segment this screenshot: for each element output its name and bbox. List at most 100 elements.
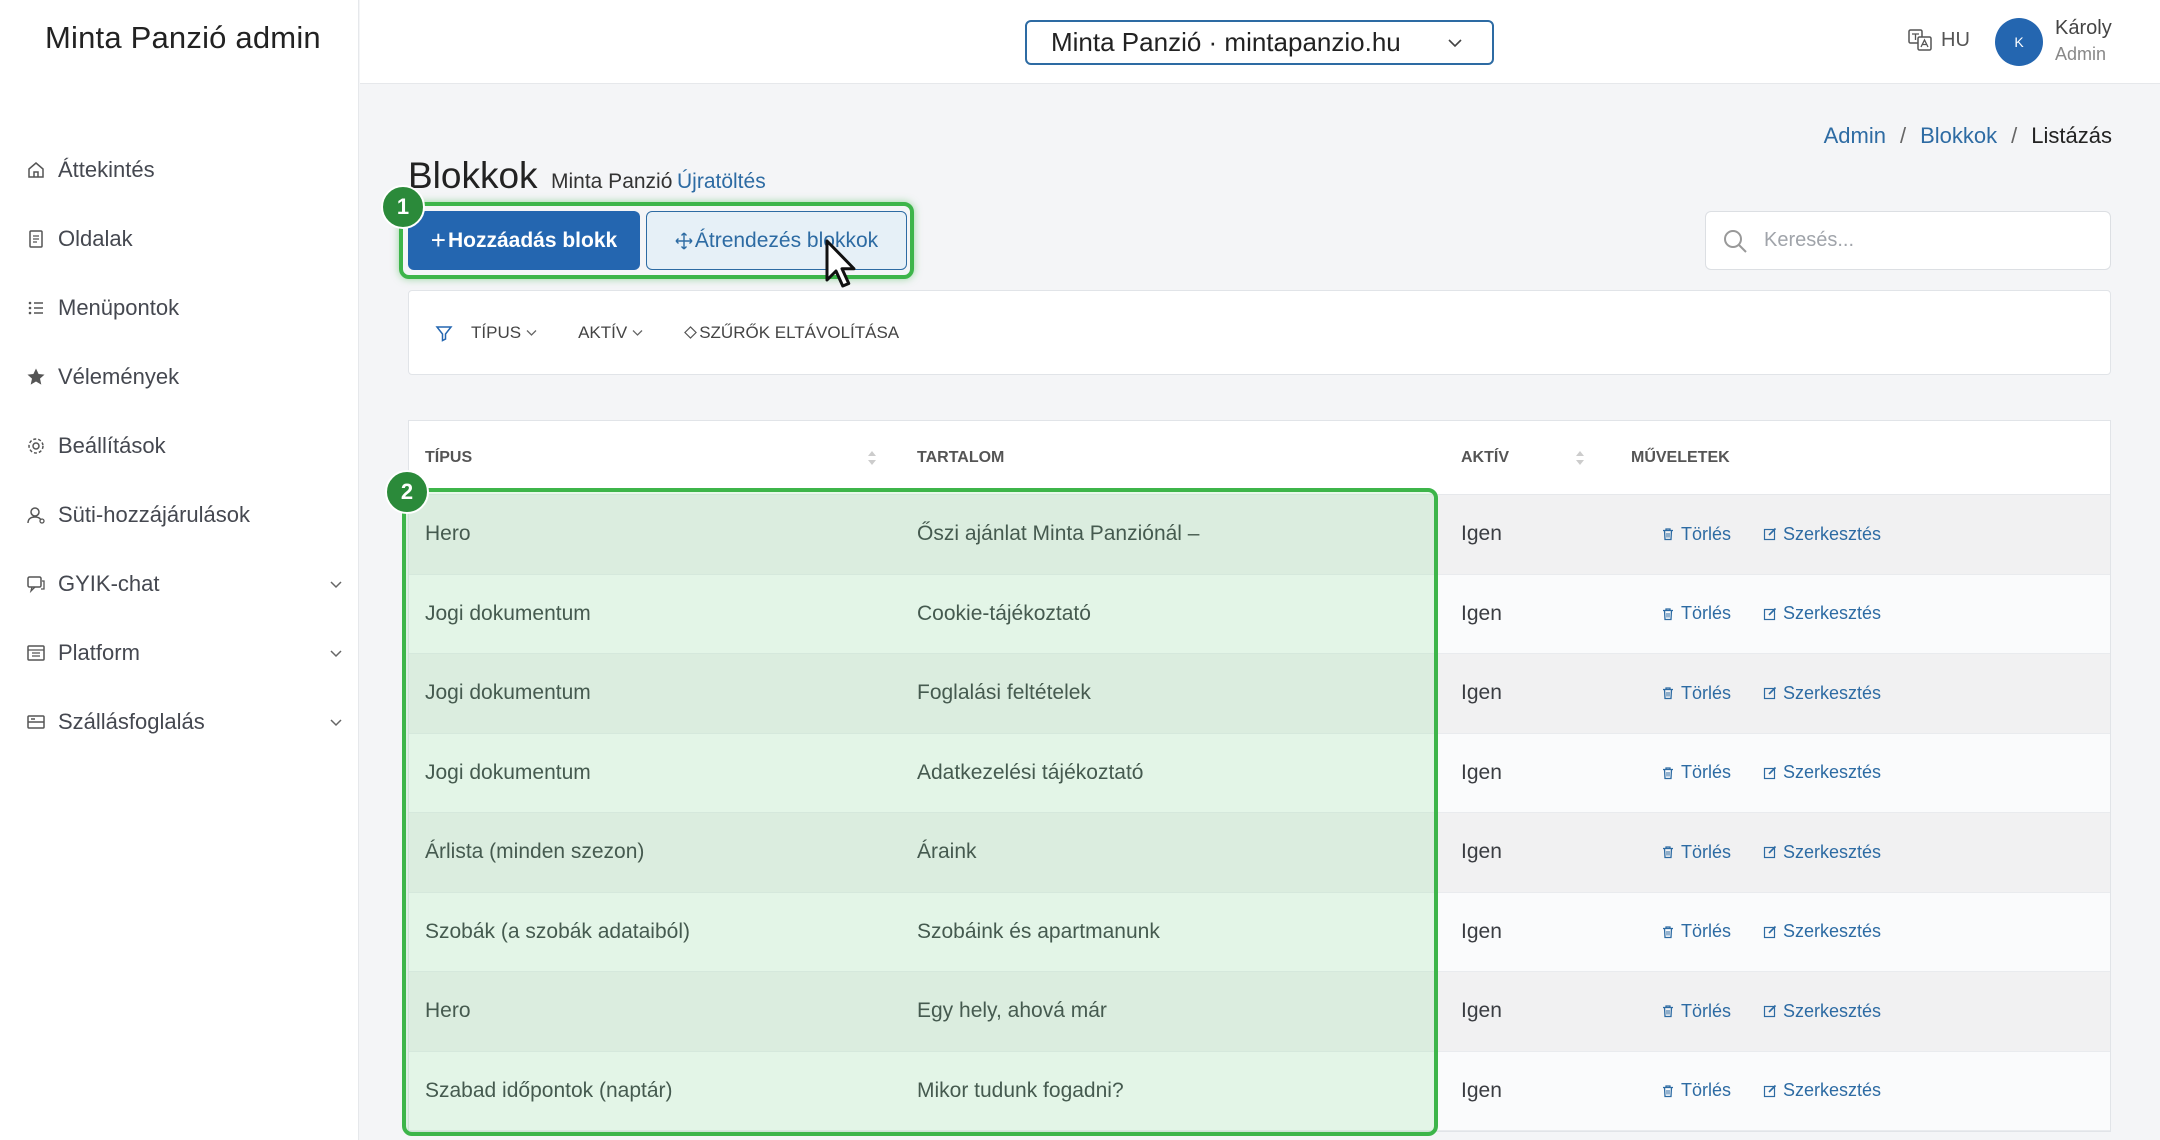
sidebar-item-gyik-chat[interactable]: GYIK-chat xyxy=(0,549,358,618)
delete-label: Törlés xyxy=(1681,682,1732,703)
sidebar-item-attekintes[interactable]: Áttekintés xyxy=(0,135,358,204)
add-block-button[interactable]: + Hozzáadás blokk xyxy=(408,211,640,270)
delete-button[interactable]: Törlés xyxy=(1661,603,1731,624)
cell-actions: Törlés Szerkesztés xyxy=(1623,921,2110,942)
sidebar-item-platform[interactable]: Platform xyxy=(0,618,358,687)
chevron-down-icon xyxy=(632,330,643,336)
delete-button[interactable]: Törlés xyxy=(1661,842,1731,863)
trash-icon xyxy=(1663,926,1673,938)
delete-label: Törlés xyxy=(1681,1080,1732,1101)
search-input[interactable] xyxy=(1764,229,2084,252)
plus-icon: + xyxy=(430,225,446,255)
sidebar-item-label: Szállásfoglalás xyxy=(58,708,205,734)
sidebar-item-beallitasok[interactable]: Beállítások xyxy=(0,411,358,480)
reorder-blocks-button[interactable]: Átrendezés blokkok xyxy=(646,211,907,270)
cell-content: Foglalási feltételek xyxy=(917,681,1091,705)
filter-type[interactable]: TÍPUS xyxy=(471,323,538,343)
sidebar-item-suti[interactable]: Süti-hozzájárulások xyxy=(0,480,358,549)
cell-actions: Törlés Szerkesztés xyxy=(1623,683,2110,704)
cell-active: Igen xyxy=(1461,681,1502,705)
column-header-type-label: TÍPUS xyxy=(425,448,473,466)
trash-icon xyxy=(1663,846,1673,859)
filter-active[interactable]: AKTÍV xyxy=(578,323,644,343)
search-box[interactable] xyxy=(1705,211,2111,270)
edit-label: Szerkesztés xyxy=(1783,762,1882,783)
filter-type-label: TÍPUS xyxy=(471,322,522,342)
edit-button[interactable]: Szerkesztés xyxy=(1763,1001,1881,1022)
column-header-type[interactable]: TÍPUS xyxy=(409,421,905,494)
delete-button[interactable]: Törlés xyxy=(1661,683,1731,704)
translate-icon xyxy=(1908,29,1932,51)
edit-button[interactable]: Szerkesztés xyxy=(1763,921,1881,942)
sidebar-item-label: Süti-hozzájárulások xyxy=(58,501,250,527)
avatar[interactable]: K xyxy=(1995,18,2043,66)
trash-icon xyxy=(1663,1085,1673,1097)
table-row: Jogi dokumentum Foglalási feltételek Igen T… xyxy=(409,654,2110,734)
edit-button[interactable]: Szerkesztés xyxy=(1763,603,1881,624)
sidebar-item-velemenyek[interactable]: Vélemények xyxy=(0,342,358,411)
table-row: Szabad időpontok (naptár) Mikor tudunk fo… xyxy=(409,1051,2110,1131)
cell-content: Őszi ajánlat Minta Panziónál – xyxy=(917,522,1200,546)
edit-label: Szerkesztés xyxy=(1783,682,1882,703)
breadcrumb-separator: / xyxy=(2011,123,2018,148)
user-icon xyxy=(27,506,45,524)
edit-button[interactable]: Szerkesztés xyxy=(1763,762,1881,783)
add-block-label: Hozzáadás blokk xyxy=(447,228,618,252)
sidebar-item-oldalak[interactable]: Oldalak xyxy=(0,204,358,273)
sidebar-item-label: Menüpontok xyxy=(58,294,180,320)
delete-button[interactable]: Törlés xyxy=(1661,762,1731,783)
clear-filters-button[interactable]: SZŰRŐK ELTÁVOLÍTÁSA xyxy=(684,323,899,343)
edit-button[interactable]: Szerkesztés xyxy=(1763,842,1881,863)
breadcrumb-blokkok[interactable]: Blokkok xyxy=(1920,123,1997,149)
table-row: Árlista (minden szezon) Áraink Igen Törlés S… xyxy=(409,813,2110,893)
reload-link[interactable]: Újratöltés xyxy=(677,170,766,194)
site-select[interactable]: Minta Panzió · mintapanzio.hu xyxy=(1025,20,1494,65)
edit-label: Szerkesztés xyxy=(1783,603,1882,624)
sidebar-item-label: Beállítások xyxy=(58,432,166,458)
table-row: Hero Egy hely, ahová már Igen Törlés Szerkes… xyxy=(409,972,2110,1052)
delete-button[interactable]: Törlés xyxy=(1661,524,1731,545)
sidebar-item-szallasfoglalas[interactable]: Szállásfoglalás xyxy=(0,687,358,756)
edit-label: Szerkesztés xyxy=(1783,1000,1882,1021)
edit-button[interactable]: Szerkesztés xyxy=(1763,1080,1881,1101)
language-switcher[interactable]: HU xyxy=(1907,27,1970,53)
cell-active: Igen xyxy=(1461,999,1502,1023)
sidebar-item-label: Platform xyxy=(58,639,140,665)
cell-content: Áraink xyxy=(917,840,977,864)
edit-button[interactable]: Szerkesztés xyxy=(1763,524,1881,545)
edit-label: Szerkesztés xyxy=(1783,1080,1882,1101)
edit-button[interactable]: Szerkesztés xyxy=(1763,683,1881,704)
filter-bar: TÍPUS AKTÍV SZŰRŐK ELTÁVOLÍTÁSA xyxy=(408,290,2111,375)
home-icon xyxy=(28,161,44,178)
column-header-actions-label: MŰVELETEK xyxy=(1631,448,1730,466)
table-row: Hero Őszi ajánlat Minta Panziónál – Igen Tö… xyxy=(409,495,2110,575)
cell-content: Szobáink és apartmanunk xyxy=(917,919,1160,943)
breadcrumb: Admin / Blokkok / Listázás xyxy=(1824,123,2112,149)
cell-type: Jogi dokumentum xyxy=(425,601,591,625)
cell-type: Jogi dokumentum xyxy=(425,681,591,705)
cell-type: Szabad időpontok (naptár) xyxy=(425,1078,673,1102)
breadcrumb-admin[interactable]: Admin xyxy=(1824,123,1886,149)
edit-icon xyxy=(1763,766,1777,779)
delete-button[interactable]: Törlés xyxy=(1661,1001,1731,1022)
breadcrumb-current: Listázás xyxy=(2031,123,2112,148)
column-header-active[interactable]: AKTÍV xyxy=(1437,421,1623,494)
edit-icon xyxy=(1763,846,1777,859)
column-header-actions: MŰVELETEK xyxy=(1623,421,2110,494)
sort-icon xyxy=(1576,451,1584,465)
table-row: Jogi dokumentum Adatkezelési tájékoztató I… xyxy=(409,733,2110,813)
list-icon xyxy=(28,301,43,314)
delete-button[interactable]: Törlés xyxy=(1661,1080,1731,1101)
gear-icon xyxy=(28,437,44,454)
edit-label: Szerkesztés xyxy=(1783,523,1882,544)
sidebar-nav: Áttekintés Oldalak Menüpontok Vélemények… xyxy=(0,135,358,756)
delete-button[interactable]: Törlés xyxy=(1661,921,1731,942)
trash-icon xyxy=(1663,608,1673,620)
edit-icon xyxy=(1763,1084,1777,1097)
sidebar-item-menupontok[interactable]: Menüpontok xyxy=(0,273,358,342)
topbar: Minta Panzió · mintapanzio.hu HU K Károl… xyxy=(360,0,2160,84)
language-code: HU xyxy=(1941,28,1970,51)
sidebar-item-label: Áttekintés xyxy=(58,156,155,182)
cell-actions: Törlés Szerkesztés xyxy=(1623,603,2110,624)
table-body: Hero Őszi ajánlat Minta Panziónál – Igen Tö… xyxy=(409,495,2110,1131)
